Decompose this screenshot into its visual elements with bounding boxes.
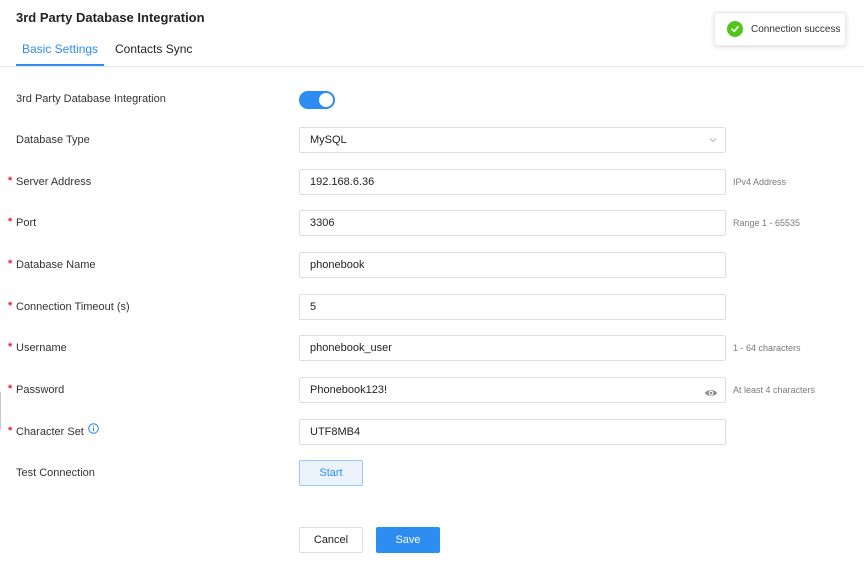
divider bbox=[0, 392, 1, 430]
password-row: * Password Phonebook123! At least 4 char… bbox=[0, 377, 864, 403]
username-hint: 1 - 64 characters bbox=[733, 343, 801, 353]
password-hint: At least 4 characters bbox=[733, 385, 816, 395]
integration-label: 3rd Party Database Integration bbox=[16, 93, 166, 105]
server-address-label: Server Address bbox=[16, 176, 92, 188]
required-marker: * bbox=[8, 383, 13, 395]
integration-toggle[interactable] bbox=[299, 91, 335, 109]
integration-row: 3rd Party Database Integration bbox=[0, 86, 864, 112]
required-marker: * bbox=[8, 175, 13, 187]
required-marker: * bbox=[8, 216, 13, 228]
required-marker: * bbox=[8, 341, 13, 353]
password-input[interactable]: Phonebook123! bbox=[299, 377, 726, 403]
character-set-row: * Character Set UTF8MB4 bbox=[0, 419, 864, 445]
tab-basic-settings[interactable]: Basic Settings bbox=[16, 42, 105, 66]
username-label: Username bbox=[16, 342, 67, 354]
database-name-label: Database Name bbox=[16, 259, 96, 271]
port-input[interactable]: 3306 bbox=[299, 210, 726, 236]
character-set-label-wrap: Character Set bbox=[16, 419, 99, 445]
server-address-row: * Server Address 192.168.6.36 IPv4 Addre… bbox=[0, 169, 864, 195]
chevron-down-icon bbox=[709, 128, 717, 162]
eye-icon[interactable] bbox=[704, 384, 718, 408]
required-marker: * bbox=[8, 425, 13, 437]
username-row: * Username phonebook_user 1 - 64 charact… bbox=[0, 335, 864, 361]
character-set-input[interactable]: UTF8MB4 bbox=[299, 419, 726, 445]
required-marker: * bbox=[8, 300, 13, 312]
test-connection-row: Test Connection Start bbox=[0, 460, 864, 486]
username-input[interactable]: phonebook_user bbox=[299, 335, 726, 361]
database-name-input[interactable]: phonebook bbox=[299, 252, 726, 278]
server-address-input[interactable]: 192.168.6.36 bbox=[299, 169, 726, 195]
port-hint: Range 1 - 65535 bbox=[733, 218, 801, 228]
toast-message: Connection success bbox=[751, 23, 841, 35]
page-title: 3rd Party Database Integration bbox=[16, 10, 205, 25]
success-toast: Connection success bbox=[714, 12, 846, 46]
server-address-hint: IPv4 Address bbox=[733, 177, 787, 187]
info-icon[interactable] bbox=[88, 418, 99, 444]
port-label: Port bbox=[16, 217, 37, 229]
check-circle-icon bbox=[727, 21, 743, 37]
tab-contacts-sync[interactable]: Contacts Sync bbox=[115, 42, 192, 64]
password-value: Phonebook123! bbox=[310, 384, 388, 396]
database-type-select[interactable]: MySQL bbox=[299, 127, 726, 153]
test-connection-label: Test Connection bbox=[16, 467, 95, 479]
character-set-label: Character Set bbox=[16, 426, 84, 438]
save-button[interactable]: Save bbox=[376, 527, 440, 553]
cancel-button[interactable]: Cancel bbox=[299, 527, 363, 553]
database-type-label: Database Type bbox=[16, 134, 90, 146]
database-name-row: * Database Name phonebook bbox=[0, 252, 864, 278]
connection-timeout-input[interactable]: 5 bbox=[299, 294, 726, 320]
password-label: Password bbox=[16, 384, 65, 396]
connection-timeout-row: * Connection Timeout (s) 5 bbox=[0, 294, 864, 320]
database-type-value: MySQL bbox=[310, 134, 347, 146]
connection-timeout-label: Connection Timeout (s) bbox=[16, 301, 130, 313]
start-button[interactable]: Start bbox=[299, 460, 363, 486]
toggle-knob bbox=[319, 93, 333, 107]
database-type-row: Database Type MySQL bbox=[0, 127, 864, 153]
port-row: * Port 3306 Range 1 - 65535 bbox=[0, 210, 864, 236]
required-marker: * bbox=[8, 258, 13, 270]
